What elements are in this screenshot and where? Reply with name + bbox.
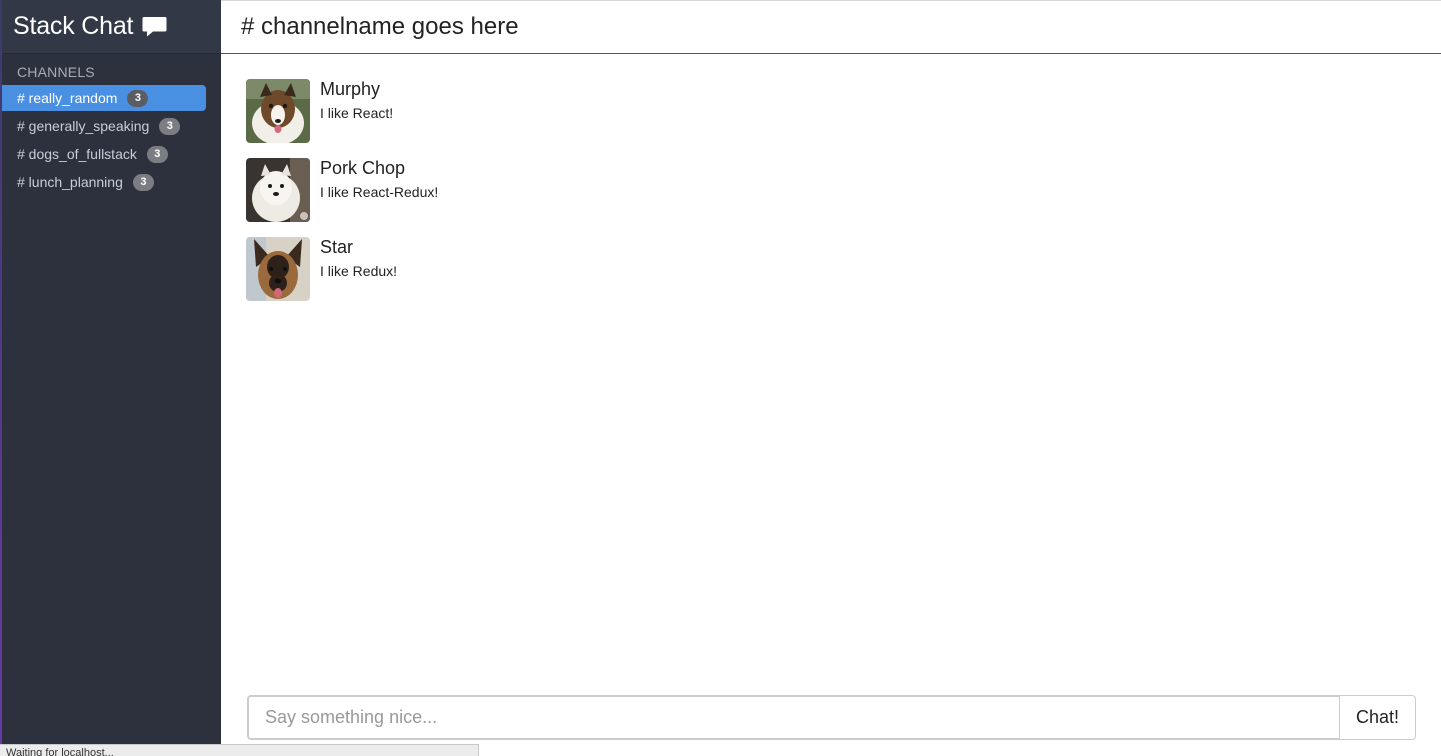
message-body: Murphy I like React! — [320, 79, 393, 143]
message-item: Star I like Redux! — [246, 237, 1441, 301]
message-item: Murphy I like React! — [246, 79, 1441, 143]
german-shepherd-avatar — [246, 237, 310, 301]
message-text: I like React-Redux! — [320, 184, 439, 200]
message-list: Murphy I like React! Pork Chop I like Re… — [221, 54, 1441, 301]
chat-send-button[interactable]: Chat! — [1339, 695, 1416, 740]
message-item: Pork Chop I like React-Redux! — [246, 158, 1441, 222]
speech-bubble-icon — [142, 16, 167, 38]
sidebar: Stack Chat CHANNELS # really_random 3 # … — [2, 0, 221, 756]
sidebar-header: Stack Chat — [2, 0, 221, 54]
channel-label: # lunch_planning — [17, 174, 123, 190]
unread-count-badge: 3 — [159, 117, 181, 135]
message-composer: Chat! — [247, 695, 1416, 740]
channel-item-generally-speaking[interactable]: # generally_speaking 3 — [2, 113, 206, 139]
sheltie-dog-avatar — [246, 79, 310, 143]
unread-count-badge: 3 — [132, 173, 154, 191]
message-author: Murphy — [320, 79, 381, 99]
message-body: Pork Chop I like React-Redux! — [320, 158, 438, 222]
message-text: I like React! — [320, 105, 394, 121]
channel-item-really-random[interactable]: # really_random 3 — [2, 85, 206, 111]
message-text: I like Redux! — [320, 263, 398, 279]
channel-title: # channelname goes here — [221, 0, 1441, 54]
westie-dog-avatar — [246, 158, 310, 222]
channels-heading: CHANNELS — [17, 64, 95, 80]
message-input[interactable] — [247, 695, 1339, 740]
browser-status-bar: Waiting for localhost... — [0, 744, 479, 756]
channel-item-lunch-planning[interactable]: # lunch_planning 3 — [2, 169, 206, 195]
message-body: Star I like Redux! — [320, 237, 397, 301]
message-author: Pork Chop — [320, 158, 406, 178]
channel-list: # really_random 3 # generally_speaking 3… — [2, 85, 221, 195]
channel-item-dogs-of-fullstack[interactable]: # dogs_of_fullstack 3 — [2, 141, 206, 167]
app-root: Stack Chat CHANNELS # really_random 3 # … — [0, 0, 1441, 756]
channel-label: # really_random — [17, 90, 118, 106]
main-panel: # channelname goes here Murphy I like Re… — [221, 0, 1441, 756]
channel-label: # generally_speaking — [17, 118, 150, 134]
app-title: Stack Chat — [13, 12, 134, 40]
channel-label: # dogs_of_fullstack — [17, 146, 137, 162]
unread-count-badge: 3 — [127, 89, 149, 107]
unread-count-badge: 3 — [146, 145, 168, 163]
message-author: Star — [320, 237, 354, 257]
